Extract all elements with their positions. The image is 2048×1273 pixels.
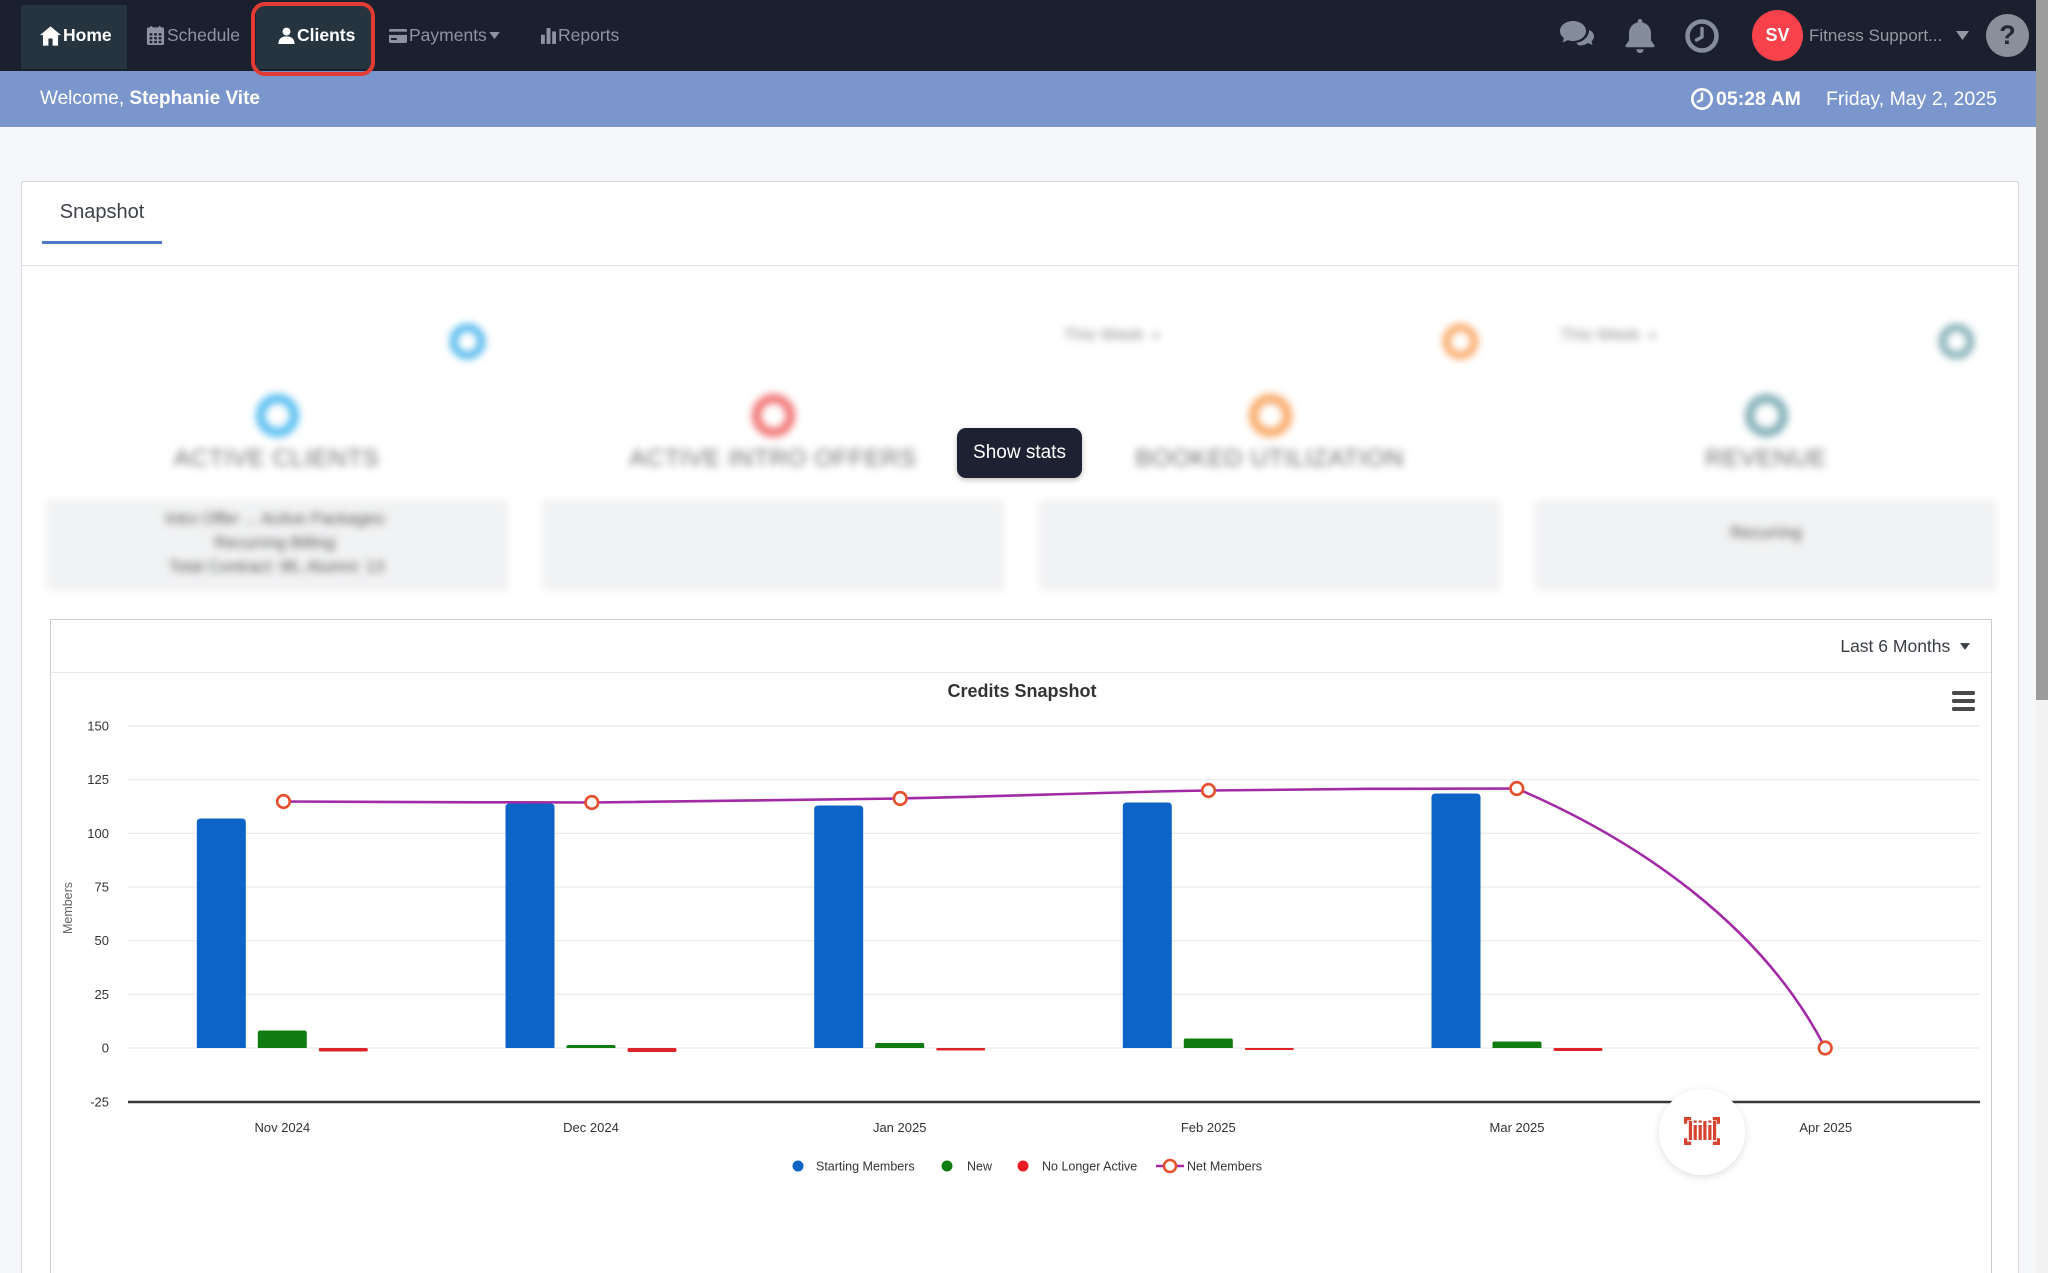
svg-text:New: New	[967, 1159, 993, 1173]
svg-text:Apr 2025: Apr 2025	[1799, 1120, 1852, 1135]
svg-text:Net Members: Net Members	[1187, 1159, 1262, 1173]
svg-text:125: 125	[87, 772, 109, 787]
svg-text:Dec 2024: Dec 2024	[563, 1120, 619, 1135]
svg-text:100: 100	[87, 825, 109, 840]
svg-text:Mar 2025: Mar 2025	[1490, 1120, 1545, 1135]
svg-text:Jan 2025: Jan 2025	[873, 1120, 927, 1135]
svg-text:Nov 2024: Nov 2024	[254, 1120, 310, 1135]
svg-text:0: 0	[102, 1040, 109, 1055]
svg-text:150: 150	[87, 718, 109, 733]
svg-text:50: 50	[95, 933, 109, 948]
svg-text:-25: -25	[90, 1094, 109, 1109]
svg-text:Credits Snapshot: Credits Snapshot	[947, 681, 1096, 701]
svg-text:Members: Members	[61, 881, 75, 933]
svg-text:No Longer Active: No Longer Active	[1042, 1159, 1137, 1173]
svg-text:Feb 2025: Feb 2025	[1181, 1120, 1236, 1135]
svg-text:25: 25	[95, 986, 109, 1001]
svg-text:Starting Members: Starting Members	[816, 1159, 915, 1173]
svg-text:75: 75	[95, 879, 109, 894]
